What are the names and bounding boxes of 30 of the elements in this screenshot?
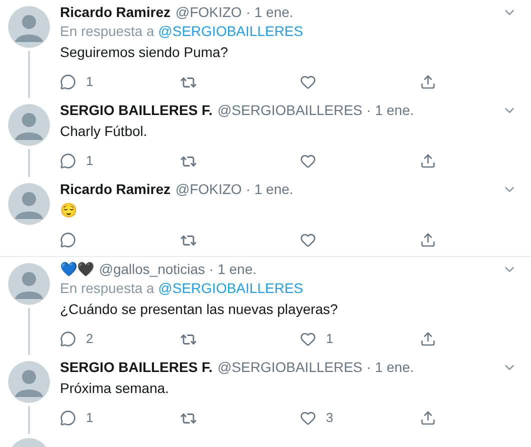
mention-link[interactable]: @SERGIOBAILLERES xyxy=(158,22,304,41)
reply-count: 2 xyxy=(86,330,94,348)
user-handle[interactable]: @gallos_noticias xyxy=(99,260,206,279)
tweet-date[interactable]: · 1 ene. xyxy=(366,101,414,120)
user-name[interactable]: Ricardo Ramirez xyxy=(60,180,170,199)
tweet-date[interactable]: · 1 ene. xyxy=(246,180,294,199)
user-handle[interactable]: @SERGIOBAILLERES xyxy=(217,358,362,377)
tweet-text: Próxima semana. xyxy=(60,379,169,398)
user-name[interactable]: SERGIO BAILLERES F. xyxy=(60,358,212,377)
user-handle[interactable]: @SERGIOBAILLERES xyxy=(217,101,362,120)
tweet-text: Seguiremos siendo Puma? xyxy=(60,43,228,62)
tweet-text: Charly Fútbol. xyxy=(60,122,148,141)
tweet-text: 😌 xyxy=(60,201,77,220)
tweet-date[interactable]: · 1 ene. xyxy=(246,3,294,22)
reply-label: En respuesta a xyxy=(60,279,154,298)
reply-label: En respuesta a xyxy=(60,22,154,41)
like-count: 1 xyxy=(326,330,334,348)
like-count: 3 xyxy=(326,409,334,428)
reply-count: 1 xyxy=(86,73,94,92)
user-handle[interactable]: @FOKIZO xyxy=(175,3,242,22)
tweet-date[interactable]: · 1 ene. xyxy=(209,260,257,279)
user-handle[interactable]: @FOKIZO xyxy=(175,180,242,199)
tweet-date[interactable]: · 1 ene. xyxy=(366,358,414,377)
tweet-text: ¿Cuándo se presentan las nuevas playeras? xyxy=(60,300,338,319)
user-name[interactable]: SERGIO BAILLERES F. xyxy=(60,101,212,120)
reply-count: 1 xyxy=(86,152,94,170)
mention-link[interactable]: @SERGIOBAILLERES xyxy=(158,279,304,298)
user-name[interactable]: Ricardo Ramirez xyxy=(60,3,170,22)
user-name[interactable]: 💙🖤 xyxy=(60,260,94,279)
reply-count: 1 xyxy=(86,409,94,428)
